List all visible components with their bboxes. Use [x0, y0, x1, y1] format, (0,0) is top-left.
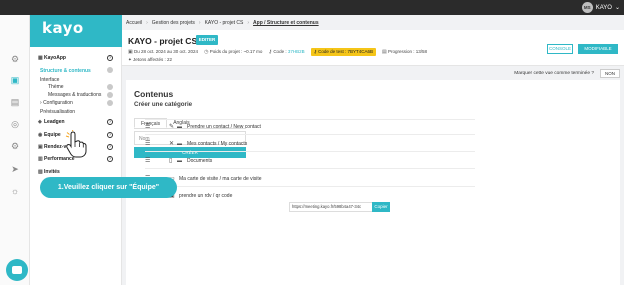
chat-icon [12, 266, 22, 274]
project-progress: Progression : 13/58 [387, 49, 427, 54]
content-title: Contenus [134, 89, 174, 99]
project-code: 37HB2B [287, 49, 305, 54]
edit-button[interactable]: EDITER [196, 35, 218, 45]
project-title: KAYO - projet CS [128, 36, 198, 46]
list-item[interactable]: ☰ ▭ Ma carte de visite / ma carte de vis… [145, 175, 475, 183]
list-item[interactable]: ☰ ✕ ▬ Mes contacts / My contacts [145, 140, 475, 148]
project-weight: Poids du projet : ~0.17 mo [209, 49, 263, 54]
logo-area: kayo [30, 15, 122, 47]
menu-kayoapp[interactable]: ▦KayoApp [38, 55, 66, 61]
status-dot [107, 84, 113, 90]
help-icon[interactable]: ? [107, 132, 113, 138]
users-icon: ▬ [177, 140, 182, 147]
project-meta: ▣ Du 28 oct. 2024 au 30 oct. 2024 ◷ Poid… [128, 48, 427, 56]
tokens: ✦ Jetons affectés : 22 [128, 57, 172, 62]
breadcrumb-separator: › [146, 20, 148, 26]
breadcrumb-separator: › [198, 20, 201, 26]
user-menu[interactable]: MS KAYO ⌄ [581, 2, 620, 13]
edit-icon[interactable]: ✎ [169, 123, 177, 130]
document-icon[interactable]: ▯ [169, 157, 177, 164]
help-icon[interactable]: ? [107, 156, 113, 162]
user-name: KAYO [595, 4, 612, 11]
calendar-icon: ▣ [128, 49, 133, 55]
menu-configuration[interactable]: › Configuration [40, 100, 73, 106]
menu-equipe[interactable]: ◉ Equipe [38, 132, 61, 138]
user-plus-icon: ▬ [177, 123, 182, 130]
breadcrumb: Accueil › Gestion des projets › KAYO - p… [126, 20, 319, 26]
breadcrumb-project[interactable]: KAYO - projet CS [205, 20, 244, 26]
breadcrumb-separator: › [247, 20, 250, 26]
drag-handle-icon[interactable]: ☰ [145, 123, 159, 130]
divider [145, 168, 475, 169]
drag-handle-icon[interactable]: ☰ [145, 140, 159, 147]
modifiable-button[interactable]: MODIFIABLE [578, 44, 618, 54]
menu-theme[interactable]: Thème [48, 84, 64, 90]
help-icon[interactable]: ? [107, 144, 113, 150]
chat-button[interactable] [6, 259, 28, 281]
drag-handle-icon[interactable]: ☰ [145, 157, 159, 164]
breadcrumb-home[interactable]: Accueil [126, 20, 142, 26]
create-category-title: Créer une catégorie [134, 101, 193, 108]
close-icon[interactable]: ✕ [169, 140, 177, 147]
project-header: KAYO - projet CS EDITER ▣ Du 28 oct. 202… [122, 30, 624, 66]
folder-icon[interactable]: ▤ [9, 96, 21, 108]
menu-interface[interactable]: Interface [40, 77, 59, 83]
folder-icon: ▬ [177, 157, 182, 164]
divider [145, 186, 475, 187]
progress-icon: ▤ [381, 49, 387, 55]
weight-icon: ◷ [204, 49, 209, 55]
key-icon: ⚷ [268, 49, 273, 55]
code-test-badge: ⚷ Code de test : 7BYT4CA6B [310, 48, 376, 56]
menu-structure[interactable]: Structure & contenus [40, 68, 91, 74]
settings-icon[interactable]: ⚙ [9, 53, 21, 65]
divider [145, 134, 475, 135]
lightbulb-icon[interactable]: ☼ [9, 185, 21, 197]
divider [145, 119, 475, 120]
send-icon[interactable]: ➤ [9, 163, 21, 175]
side-menu: ▦KayoApp ? Structure & contenus Interfac… [30, 47, 122, 285]
list-item[interactable]: ☰ ✎ ▬ Prendre un contact / New contact [145, 123, 475, 131]
chevron-down-icon: ⌄ [614, 5, 620, 11]
help-icon[interactable]: ? [107, 119, 113, 125]
breadcrumb-projects[interactable]: Gestion des projets [152, 20, 195, 26]
status-dot [107, 100, 113, 106]
breadcrumb-current[interactable]: App / Structure et contenus [253, 20, 319, 26]
status-dot [107, 92, 113, 98]
gear-icon[interactable]: ⚙ [9, 140, 21, 152]
divider [145, 151, 475, 152]
mark-complete-question: Marquer cette vue comme terminée ? [514, 71, 594, 76]
menu-leadgen[interactable]: ◈ Leadgen [38, 119, 65, 125]
code-label: Code : [273, 49, 287, 54]
help-icon[interactable]: ? [107, 55, 113, 61]
console-button[interactable]: CONSOLE [547, 44, 573, 54]
instruction-tooltip: 1.Veuillez cliquer sur "Équipe" [40, 177, 177, 198]
menu-invites[interactable]: ▧Invités [38, 169, 60, 175]
calendar-icon[interactable]: ▣ [9, 74, 21, 86]
menu-messages[interactable]: Messages & traductions [48, 92, 101, 98]
meeting-url-field[interactable]: https://meeting.kayo.fr/598b4a47-34c [289, 202, 373, 212]
content-panel: Contenus Créer une catégorie Français An… [126, 80, 620, 285]
project-dates: Du 28 oct. 2024 au 30 oct. 2024 [134, 49, 199, 54]
avatar: MS [581, 2, 593, 13]
globe-icon[interactable]: ◎ [9, 118, 21, 130]
icon-rail: ⚙ ▣ ▤ ◎ ⚙ ➤ ☼ [0, 15, 30, 285]
mark-complete-toggle[interactable]: NON [600, 69, 620, 78]
status-dot [107, 67, 113, 73]
list-item[interactable]: ☰ ▯ ▬ Documents [145, 157, 475, 165]
copy-button[interactable]: Copier [372, 202, 390, 212]
logo: kayo [42, 19, 84, 37]
menu-preview[interactable]: Prévisualisation [40, 109, 75, 115]
token-icon: ✦ [128, 57, 132, 62]
key-icon: ⚷ [313, 49, 317, 54]
pointer-hand-icon [65, 130, 87, 158]
list-item[interactable]: ☰ ▣ prendre un rdv / qr code [145, 192, 475, 200]
top-bar: MS KAYO ⌄ [0, 0, 624, 15]
